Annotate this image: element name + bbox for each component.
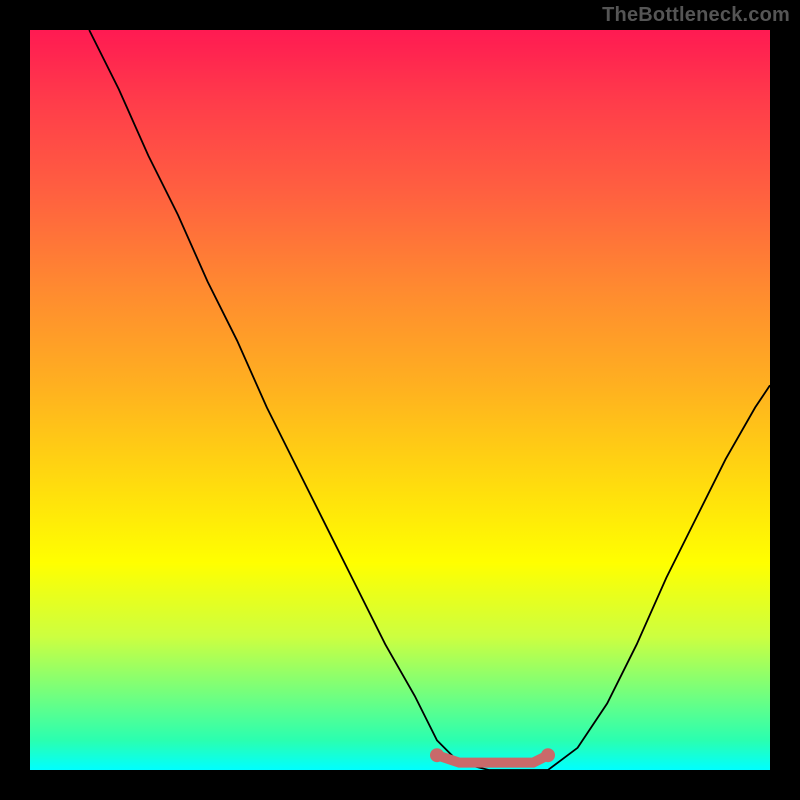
plot-area (30, 30, 770, 770)
bottleneck-curve (89, 30, 770, 770)
marker-dot (430, 748, 444, 762)
marker-dot (541, 748, 555, 762)
watermark-label: TheBottleneck.com (602, 4, 790, 27)
marker-points (430, 748, 555, 762)
curve-svg (30, 30, 770, 770)
chart-frame: TheBottleneck.com (0, 0, 800, 800)
marker-stroke (437, 755, 548, 762)
